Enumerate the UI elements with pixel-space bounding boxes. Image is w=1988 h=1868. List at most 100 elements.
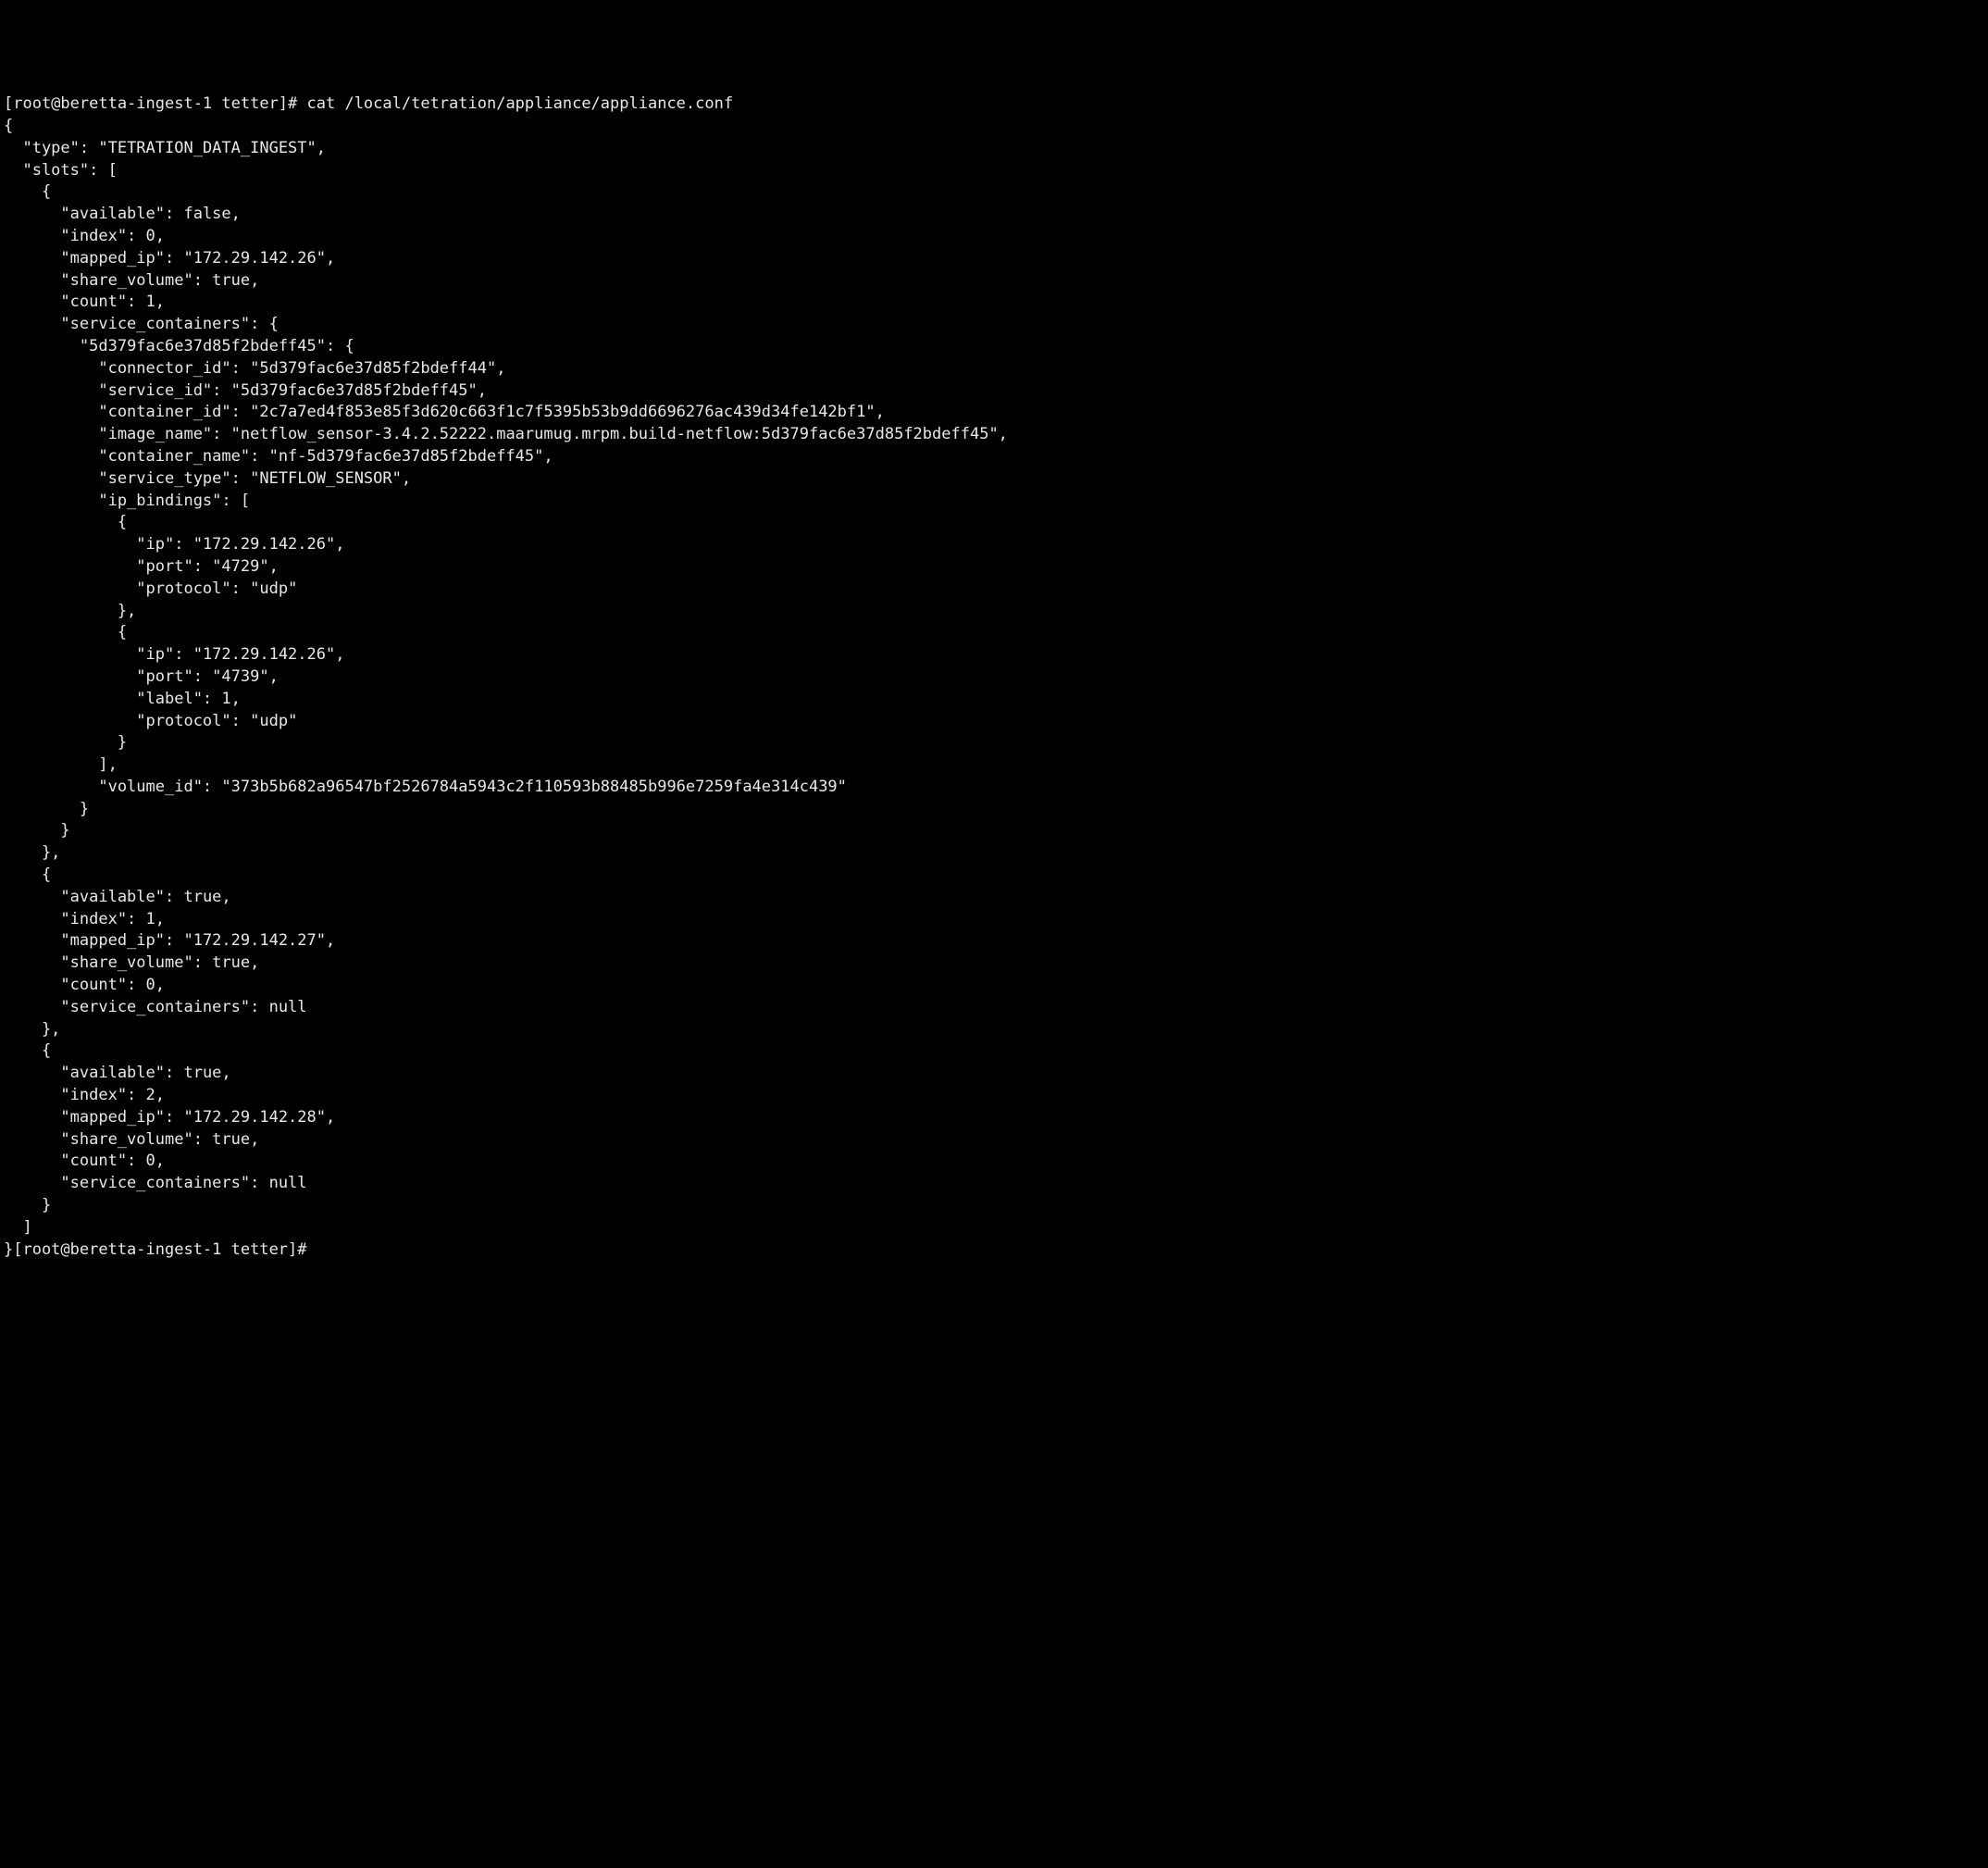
json-line: ", [326, 535, 344, 554]
json-value: 0 [146, 227, 155, 245]
json-value: NETFLOW_SENSOR [259, 469, 391, 488]
json-line: "protocol": " [4, 579, 259, 598]
json-value: true [212, 1130, 250, 1149]
json-line: { [4, 117, 13, 135]
json-value: nf-5d379fac6e37d85f2bdeff45 [279, 447, 534, 466]
json-line: "share_volume": [4, 271, 212, 290]
json-line: ", [392, 469, 411, 488]
json-line: }, [4, 602, 136, 620]
json-line: ", [487, 359, 505, 378]
json-line: "count": [4, 976, 146, 994]
json-line: "type": " [4, 139, 108, 157]
json-line: , [155, 976, 165, 994]
json-line: , [155, 293, 165, 311]
json-line: "ip": " [4, 645, 203, 664]
shell-prompt: [root@beretta-ingest-1 tetter]# [4, 94, 297, 113]
json-value: true [212, 271, 250, 290]
json-value: 1 [146, 293, 155, 311]
json-line: , [155, 227, 165, 245]
json-line: "container_name": " [4, 447, 279, 466]
json-value: TETRATION_DATA_INGEST [108, 139, 307, 157]
json-value: 172.29.142.28 [193, 1108, 317, 1127]
json-line: , [250, 271, 259, 290]
json-line: "ip_bindings": [ [4, 492, 250, 510]
json-line: }, [4, 843, 60, 862]
json-line: }, [4, 1020, 60, 1039]
json-line: ", [259, 557, 278, 576]
json-value: true [183, 888, 221, 906]
json-line: "ip": " [4, 535, 203, 554]
json-line: "protocol": " [4, 712, 259, 730]
json-line: "index": [4, 227, 146, 245]
json-line: "connector_id": " [4, 359, 259, 378]
json-line: ], [4, 755, 118, 774]
json-value: 1 [146, 910, 155, 928]
json-line: { [4, 866, 51, 884]
json-value: true [212, 953, 250, 972]
json-line: ", [468, 381, 487, 400]
json-line: ", [317, 931, 335, 950]
json-line: "service_containers": { [4, 315, 279, 333]
json-value: udp [259, 579, 288, 598]
json-value: 172.29.142.27 [193, 931, 317, 950]
json-line: { [4, 513, 127, 531]
json-value: udp [259, 712, 288, 730]
json-value: 5d379fac6e37d85f2bdeff44 [259, 359, 487, 378]
json-line: "count": [4, 1152, 146, 1170]
json-value: 172.29.142.26 [193, 249, 317, 268]
json-value: false [183, 205, 230, 223]
json-line: ] [4, 1218, 32, 1237]
json-line: "count": [4, 293, 146, 311]
json-line: } [4, 800, 89, 818]
json-line: ", [534, 447, 553, 466]
json-line: , [155, 910, 165, 928]
json-line: "mapped_ip": " [4, 1108, 193, 1127]
json-value: 2c7a7ed4f853e85f3d620c663f1c7f5395b53b9d… [259, 403, 865, 421]
json-line: "available": [4, 888, 183, 906]
json-line: " [838, 778, 847, 796]
json-line: ", [326, 645, 344, 664]
json-value: 1 [221, 690, 230, 708]
json-line: "index": [4, 910, 146, 928]
json-value: 5d379fac6e37d85f2bdeff45 [89, 337, 317, 355]
json-line: , [231, 205, 241, 223]
json-value: null [269, 998, 307, 1016]
json-line: , [221, 1064, 230, 1082]
json-line: " [288, 712, 297, 730]
json-line: "available": [4, 205, 183, 223]
json-line: "label": [4, 690, 221, 708]
json-line: } [4, 821, 70, 840]
json-line: , [155, 1086, 165, 1104]
json-line: "volume_id": " [4, 778, 231, 796]
shell-prompt-end[interactable]: }[root@beretta-ingest-1 tetter]# [4, 1240, 317, 1259]
json-value: 0 [146, 976, 155, 994]
json-line: "service_containers": [4, 998, 269, 1016]
json-line: "image_name": " [4, 425, 241, 443]
json-line: "service_id": " [4, 381, 241, 400]
json-line: "service_containers": [4, 1174, 269, 1192]
json-line: "mapped_ip": " [4, 931, 193, 950]
json-line: " [4, 337, 89, 355]
json-line: " [288, 579, 297, 598]
json-line: "port": " [4, 557, 221, 576]
json-line: "service_type": " [4, 469, 259, 488]
json-value: true [183, 1064, 221, 1082]
json-line: ", [865, 403, 884, 421]
json-line: "slots": [ [4, 161, 118, 180]
json-line: "index": [4, 1086, 146, 1104]
json-line: , [221, 888, 230, 906]
json-line: , [250, 1130, 259, 1149]
json-line: "container_id": " [4, 403, 259, 421]
json-value: 373b5b682a96547bf2526784a5943c2f110593b8… [231, 778, 838, 796]
json-value: 5d379fac6e37d85f2bdeff45 [241, 381, 468, 400]
json-line: } [4, 1196, 51, 1214]
json-value: 4739 [221, 667, 259, 686]
json-value: 172.29.142.26 [203, 645, 326, 664]
json-line: "available": [4, 1064, 183, 1082]
json-line: , [250, 953, 259, 972]
json-value: netflow_sensor-3.4.2.52222.maarumug.mrpm… [241, 425, 989, 443]
json-line: ", [307, 139, 326, 157]
json-line: ": { [317, 337, 354, 355]
json-line: , [155, 1152, 165, 1170]
json-value: 172.29.142.26 [203, 535, 326, 554]
